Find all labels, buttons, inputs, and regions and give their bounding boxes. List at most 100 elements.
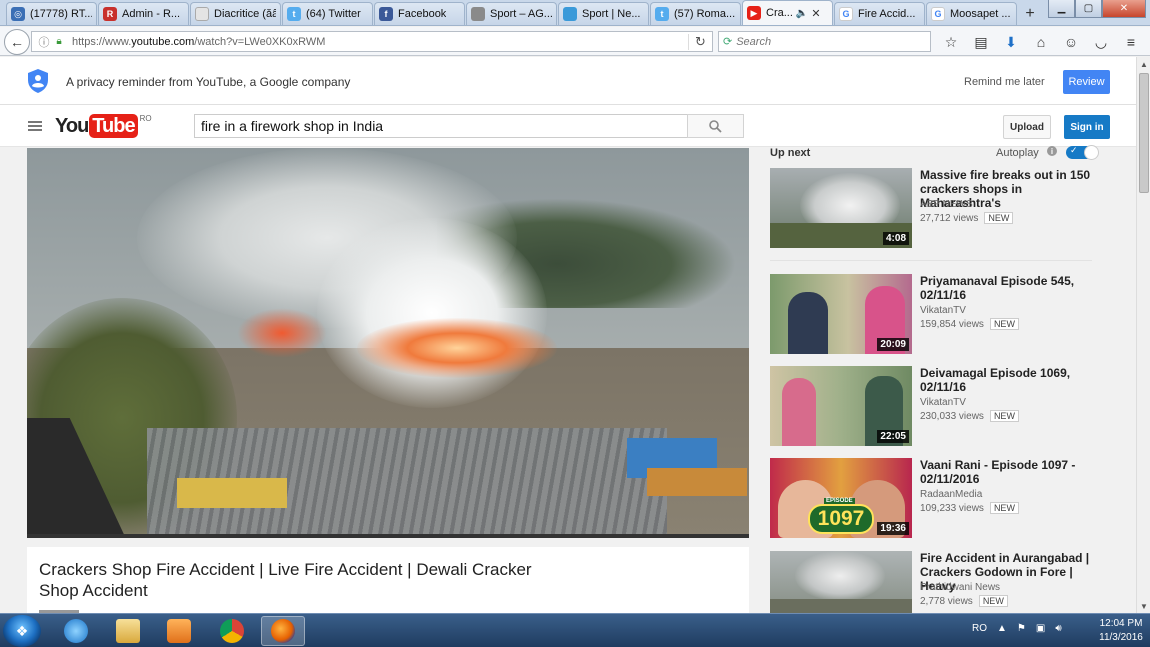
start-button[interactable]: ❖ [3,615,41,647]
tab-moosapet[interactable]: G Moosapet ... [926,2,1017,25]
youtube-header: You Tube RO fire in a firework shop in I… [0,105,1136,147]
page-scrollbar[interactable]: ▲ ▼ [1136,57,1150,613]
language-indicator[interactable]: RO [972,623,987,634]
tab-label: Sport – AG... [490,8,552,20]
duration-badge: 19:36 [877,522,909,535]
channel-name[interactable]: ABP NEWS [920,199,973,210]
view-count: 27,712 views [920,212,979,224]
autoplay-toggle[interactable]: ✓ [1066,145,1099,160]
url-text[interactable]: https://www.youtube.com/watch?v=LWe0XK0x… [66,36,688,48]
system-clock[interactable]: 12:04 PM 11/3/2016 [1098,617,1144,645]
close-tab-icon[interactable]: ✕ [811,7,820,20]
reload-icon[interactable]: ↻ [688,33,712,50]
logo-tube: Tube [89,114,138,138]
related-video-title[interactable]: Deivamagal Episode 1069, 02/11/16 [920,366,1100,394]
tab-bar: ◎ (17778) RT... R Admin - R... Diacritic… [0,0,1150,26]
scrollbar-thumb[interactable] [1139,73,1149,193]
new-badge: NEW [989,318,1019,330]
tab-twitter[interactable]: t (64) Twitter [282,2,373,25]
network-icon[interactable]: ▣ [1036,623,1045,634]
browser-search-input[interactable] [736,35,917,48]
video-player[interactable] [27,148,749,538]
video-thumbnail[interactable]: 4:08 [770,168,912,248]
remind-me-later-button[interactable]: Remind me later [964,76,1045,88]
related-video[interactable]: 4:08 Massive fire breaks out in 150 crac… [770,168,1110,248]
view-count: 2,778 views [920,595,973,607]
related-video[interactable]: 1097 EPISODE 19:36 Vaani Rani - Episode … [770,458,1110,538]
video-frame-fire [237,308,327,358]
chrome-icon [220,619,244,643]
upload-button[interactable]: Upload [1003,115,1051,139]
bookmark-star-icon[interactable]: ☆ [936,31,966,53]
pocket-icon[interactable]: ◡ [1086,31,1116,53]
related-video[interactable]: 22:05 Deivamagal Episode 1069, 02/11/16 … [770,366,1110,446]
video-meta: 27,712 views NEW [920,212,1014,224]
tab-admin[interactable]: R Admin - R... [98,2,189,25]
new-tab-button[interactable]: + [1018,3,1042,25]
taskbar-chrome[interactable] [210,616,254,646]
info-icon[interactable]: i [1047,146,1057,156]
channel-name[interactable]: VikatanTV [920,397,966,408]
related-video[interactable]: 20:09 Priyamanaval Episode 545, 02/11/16… [770,274,1110,354]
r-icon: R [103,7,117,21]
download-icon[interactable]: ⬇ [996,31,1026,53]
channel-name[interactable]: Prathidwani News [920,582,1000,593]
browser-search-box[interactable]: ⟳ [718,31,931,52]
review-button[interactable]: Review [1063,70,1110,94]
menu-icon[interactable]: ≡ [1116,31,1146,53]
tab-sport-ne[interactable]: Sport | Ne... [558,2,649,25]
episode-number: 1097 [808,504,874,534]
video-meta: 230,033 views NEW [920,410,1019,422]
video-frame-explosion [317,218,547,408]
windows-taskbar: ❖ RO ▲ ⚑ ▣ 🔊︎ 12:04 PM 11/3/2016 [0,613,1150,647]
info-icon[interactable]: ⓘ [36,34,52,50]
taskbar-file-explorer[interactable] [106,616,150,646]
reading-list-icon[interactable]: ▤ [966,31,996,53]
channel-name[interactable]: VikatanTV [920,305,966,316]
tray-expand-icon[interactable]: ▲ [997,623,1007,634]
youtube-search-input[interactable]: fire in a firework shop in India [194,114,688,138]
hamburger-menu-icon[interactable] [28,121,42,131]
taskbar-media-player[interactable] [157,616,201,646]
scroll-down-icon[interactable]: ▼ [1137,599,1150,613]
video-thumbnail[interactable]: 1097 EPISODE 19:36 [770,458,912,538]
chat-icon[interactable]: ☺ [1056,31,1086,53]
tab-facebook[interactable]: f Facebook [374,2,465,25]
close-window-icon[interactable]: ✕ [1102,0,1146,18]
search-button[interactable] [687,114,744,138]
search-icon [709,119,722,133]
tab-label: Cra... [766,7,793,19]
flag-icon[interactable]: ⚑ [1017,623,1026,634]
related-video[interactable]: Fire Accident in Aurangabad | Crackers G… [770,551,1110,613]
maximize-icon[interactable]: ▢ [1075,0,1102,18]
duration-badge: 20:09 [877,338,909,351]
related-video-title[interactable]: Vaani Rani - Episode 1097 - 02/11/2016 [920,458,1100,486]
tab-label: Diacritice (ăâîș... [214,8,276,20]
tab-diacritice[interactable]: Diacritice (ăâîș... [190,2,281,25]
video-thumbnail[interactable] [770,551,912,613]
speaker-icon[interactable]: 🔈 [796,8,808,19]
youtube-logo[interactable]: You Tube RO [55,114,152,138]
minimize-icon[interactable]: ▁ [1048,0,1075,18]
channel-name[interactable]: RadaanMedia [920,489,982,500]
search-engine-icon[interactable]: ⟳ [723,35,732,48]
scroll-up-icon[interactable]: ▲ [1137,57,1150,71]
tab-sport-ag[interactable]: Sport – AG... [466,2,557,25]
volume-icon[interactable]: 🔊︎ [1055,623,1061,634]
tab-youtube-active[interactable]: ▶ Cra... 🔈 ✕ [742,0,833,25]
tab-fire-accident[interactable]: G Fire Accid... [834,2,925,25]
taskbar-firefox[interactable] [261,616,305,646]
tab-label: Fire Accid... [858,8,916,20]
home-icon[interactable]: ⌂ [1026,31,1056,53]
tab-roma[interactable]: t (57) Roma... [650,2,741,25]
firefox-icon [271,619,295,643]
tab-rt[interactable]: ◎ (17778) RT... [6,2,97,25]
address-bar[interactable]: ⓘ 🔒︎ https://www.youtube.com/watch?v=LWe… [31,31,713,52]
taskbar-internet-explorer[interactable] [54,616,98,646]
back-button[interactable]: ← [4,29,30,55]
sign-in-button[interactable]: Sign in [1064,115,1110,139]
video-progress-bar[interactable] [27,534,749,538]
related-video-title[interactable]: Priyamanaval Episode 545, 02/11/16 [920,274,1100,302]
video-thumbnail[interactable]: 20:09 [770,274,912,354]
video-thumbnail[interactable]: 22:05 [770,366,912,446]
